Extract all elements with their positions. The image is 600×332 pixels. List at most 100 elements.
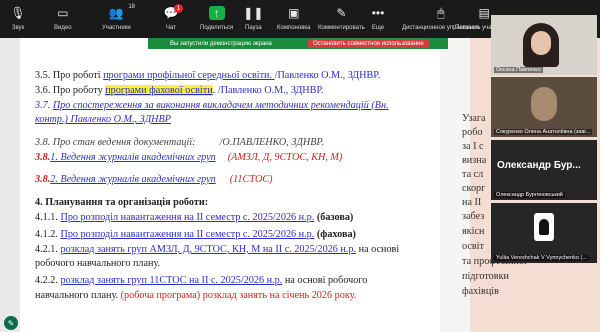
slide-text: якісн: [462, 226, 485, 237]
doc-heading: 4. Планування та організація роботи:: [35, 197, 209, 208]
doc-text: (робоча програма): [120, 290, 203, 301]
layout-icon: ▣: [288, 6, 300, 20]
screen-share-banner: Вы запустили демонстрацию экрана Останов…: [148, 38, 448, 49]
doc-text: 4.1.2.: [35, 229, 61, 240]
participant-avatar: [534, 213, 554, 241]
doc-link[interactable]: 1. Ведення журналів академічних груп: [50, 152, 215, 163]
doc-text: (базова): [314, 212, 354, 223]
participant-display-name: Олександр Бур...: [497, 160, 581, 171]
layout-label: Компоновка: [277, 25, 311, 31]
share-button[interactable]: ↑ Поделиться: [200, 6, 233, 31]
chat-label: Чат: [166, 25, 176, 31]
doc-line-3-8-2: 3.8.2. Ведення журналів академічних груп…: [35, 173, 273, 186]
doc-line-4-2-2-cont: навчального плану. (робоча програма) роз…: [35, 289, 356, 302]
pause-label: Пауза: [245, 25, 262, 31]
screen-share-status: Вы запустили демонстрацию экрана: [170, 40, 272, 47]
doc-line-3-7-cont: контр.) Павленко О.М., ЗДНВР: [35, 113, 171, 126]
annotate-button[interactable]: ✎ Комментировать: [318, 6, 365, 31]
more-button[interactable]: ••• Еще: [370, 6, 386, 31]
doc-link[interactable]: розклад занять груп АМЗЛ, Д, 9СТОС, КН, …: [60, 244, 356, 255]
pencil-icon: ✎: [336, 6, 347, 20]
video-button[interactable]: ▭ Видео: [54, 6, 72, 31]
doc-text: /О.ПАВЛЕНКО, ЗДНВР.: [219, 137, 325, 148]
doc-line-4-1-2: 4.1.2. Про розподіл навантаження на ІІ с…: [35, 228, 356, 241]
participant-video-1[interactable]: Оксана Павленко: [491, 15, 597, 75]
slide-text: на ІІ: [462, 197, 482, 208]
doc-text: 3.7.: [35, 100, 53, 111]
doc-text: /Павленко О.М., ЗДНВР.: [274, 70, 381, 81]
doc-text: . /Павленко О.М., ЗДНВР.: [212, 85, 324, 96]
participant-face: [531, 31, 551, 55]
doc-text: 3.8.: [35, 174, 51, 185]
doc-line-3-8: 3.8. Про стан ведення документації: /О.ПА…: [35, 136, 324, 149]
participants-icon: 👥 18: [108, 4, 136, 20]
more-label: Еще: [371, 25, 385, 31]
slide-text: забез: [462, 211, 485, 222]
doc-link[interactable]: контр.) Павленко О.М., ЗДНВР: [35, 114, 171, 125]
participants-label: Участники: [102, 25, 131, 31]
doc-link[interactable]: Про розподіл навантаження на ІІ семестр …: [60, 229, 314, 240]
video-camera-icon: ▭: [57, 6, 69, 20]
layout-button[interactable]: ▣ Компоновка: [277, 6, 310, 31]
left-margin: [0, 38, 20, 332]
participant-name: Yuliia Vereshchak V Vynnychenko (...: [494, 255, 589, 261]
doc-text: навчального плану.: [35, 290, 121, 301]
doc-text: 3.8. Про стан ведення документації:: [35, 137, 196, 148]
doc-link[interactable]: Про розподіл навантаження на ІІ семестр …: [60, 212, 314, 223]
annotate-label: Комментировать: [318, 25, 365, 31]
doc-line-3-7: 3.7. Про спостереження за виконання викл…: [35, 99, 389, 112]
audio-button[interactable]: 🎙 Звук: [10, 6, 26, 31]
participant-video-2[interactable]: Сокуренко Олена Анатоліївна (заві...: [491, 77, 597, 137]
more-icon: •••: [371, 6, 385, 20]
participant-silhouette: [531, 87, 557, 121]
participants-count: 18: [128, 4, 136, 10]
doc-text: 3.5. Про роботі: [35, 70, 104, 81]
slide-text: за І с: [462, 141, 484, 152]
doc-link[interactable]: Про спостереження за виконання викладаче…: [53, 100, 389, 111]
doc-section-4: 4. Планування та організація роботи:: [35, 196, 208, 209]
share-label: Поделиться: [200, 25, 234, 31]
pause-button[interactable]: ❚❚ Пауза: [243, 6, 264, 31]
doc-line-4-1-1: 4.1.1. Про розподіл навантаження на ІІ с…: [35, 211, 353, 224]
doc-text: розклад занять на січень 2026 року.: [202, 290, 357, 301]
pause-icon: ❚❚: [243, 6, 264, 20]
video-label: Видео: [54, 25, 72, 31]
slide-text: визна: [462, 155, 487, 166]
microphone-icon: 🎙: [10, 6, 26, 20]
participant-name: Сокуренко Олена Анатоліївна (заві...: [494, 129, 593, 135]
participant-video-3[interactable]: Олександр Бур... Олександр Бургяновський: [491, 140, 597, 200]
doc-line-3-8-1: 3.8.1. Ведення журналів академічних груп…: [35, 151, 342, 164]
zoom-app-icon[interactable]: ✎: [4, 316, 18, 330]
doc-text: (11СТОС): [229, 174, 273, 185]
doc-line-3-6: 3.6. Про роботу програми фахової освіти.…: [35, 84, 323, 97]
slide-text: підготовки: [462, 271, 509, 282]
slide-text: робо: [462, 127, 483, 138]
show-participants-icon: ▤: [478, 6, 490, 20]
doc-text: 4.1.1.: [35, 212, 61, 223]
share-screen-icon: ↑: [208, 6, 225, 20]
doc-link[interactable]: програми фахової освіти: [105, 85, 213, 96]
avatar-silhouette-icon: [539, 219, 549, 235]
doc-text: 4.2.1.: [35, 244, 61, 255]
doc-text: на основі робочого: [282, 275, 368, 286]
doc-link[interactable]: розклад занять груп 11СТОС на ІІ с. 2025…: [60, 275, 282, 286]
doc-line-4-2-1: 4.2.1. розклад занять груп АМЗЛ, Д, 9СТО…: [35, 243, 399, 256]
doc-link[interactable]: програми профільної середньої освіти.: [103, 70, 275, 81]
slide-text: фахівців: [462, 286, 499, 297]
slide-text: Узага: [462, 113, 486, 124]
doc-link[interactable]: 2. Ведення журналів академічних груп: [50, 174, 215, 185]
doc-line-4-2-2: 4.2.2. розклад занять груп 11СТОС на ІІ …: [35, 274, 367, 287]
participant-video-4[interactable]: Yuliia Vereshchak V Vynnychenko (...: [491, 203, 597, 263]
participants-button[interactable]: 👥 18 Участники: [102, 4, 136, 31]
chat-icon: 💬 1: [163, 4, 183, 20]
doc-line-4-2-1-cont: робочого навчального плану.: [35, 257, 160, 270]
participant-name: Оксана Павленко: [494, 67, 543, 73]
doc-text: (фахова): [314, 229, 356, 240]
chat-button[interactable]: 💬 1 Чат: [163, 4, 183, 31]
slide-text: та сл: [462, 169, 484, 180]
doc-text: 4.2.2.: [35, 275, 61, 286]
slide-text: скорг: [462, 183, 486, 194]
participant-name: Олександр Бургяновський: [494, 192, 565, 198]
stop-share-button[interactable]: Остановить совместное использование: [308, 39, 429, 48]
audio-label: Звук: [11, 25, 25, 31]
